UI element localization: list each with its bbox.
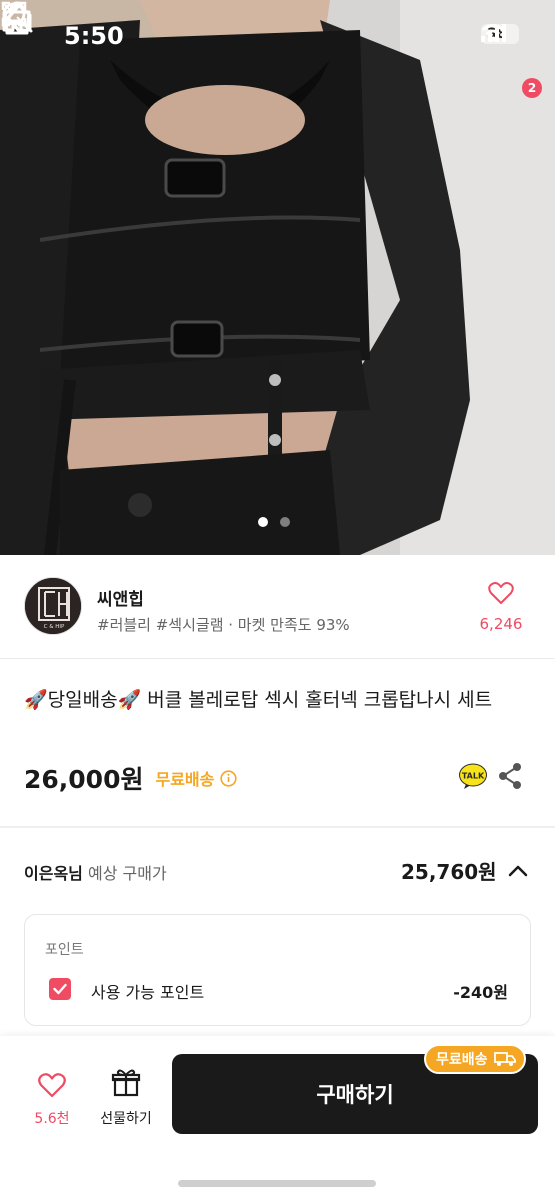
share-icon[interactable] <box>497 762 523 790</box>
points-checkbox[interactable] <box>49 978 71 1000</box>
status-time: 5:50 <box>64 22 124 50</box>
pagination-dot-active[interactable] <box>258 517 268 527</box>
product-price: 26,000원 <box>24 765 144 794</box>
free-shipping-chip: 무료배송 <box>424 1044 526 1074</box>
expected-price-caption: 예상 구매가 <box>87 864 167 883</box>
gift-icon <box>111 1069 141 1097</box>
seller-tags: #러블리 #섹시글램 · 마켓 만족도 93% <box>97 616 350 634</box>
seller-avatar[interactable]: C & HIP <box>24 577 82 635</box>
gift-button[interactable]: 선물하기 <box>92 1068 160 1128</box>
svg-text:TALK: TALK <box>462 772 485 781</box>
seller-row[interactable]: C & HIP 씨앤힙 #러블리 #섹시글램 · 마켓 만족도 93% 6,24… <box>0 555 555 659</box>
svg-text:C & HIP: C & HIP <box>44 624 65 630</box>
free-shipping-label: 무료배송 <box>155 770 215 789</box>
expected-price-label: 이은옥님 예상 구매가 <box>24 860 167 884</box>
points-card: 포인트 사용 가능 포인트 -240원 <box>24 914 531 1026</box>
info-icon[interactable] <box>220 769 237 787</box>
product-title: 🚀당일배송🚀 버클 볼레로탑 섹시 홀터넥 크롭탑나시 세트 <box>24 689 493 711</box>
chevron-up-icon[interactable] <box>507 860 529 882</box>
gift-label: 선물하기 <box>100 1111 152 1127</box>
home-indicator <box>178 1180 376 1187</box>
expected-price: 25,760원 <box>401 860 497 884</box>
heart-icon <box>488 582 514 604</box>
points-option-label[interactable]: 사용 가능 포인트 <box>91 979 204 1003</box>
user-name: 이은옥님 <box>24 864 83 883</box>
price-row: 26,000원 무료배송 <box>24 760 237 796</box>
status-icons: 38 <box>481 24 519 44</box>
like-button[interactable]: 5.6천 <box>24 1072 80 1128</box>
product-photo <box>0 0 555 555</box>
product-image[interactable]: 5:50 38 2 <box>0 0 555 555</box>
wish-button[interactable]: 6,246 <box>471 581 531 633</box>
heart-icon <box>38 1073 66 1098</box>
bottom-action-bar: 5.6천 선물하기 구매하기 무료배송 <box>0 1036 555 1200</box>
wish-count: 6,246 <box>479 615 523 633</box>
pagination-dot[interactable] <box>280 517 290 527</box>
like-count: 5.6천 <box>34 1111 70 1127</box>
wifi-icon <box>481 24 505 42</box>
truck-icon <box>493 1052 516 1066</box>
kakaotalk-icon[interactable]: TALK <box>458 762 488 790</box>
points-value: -240원 <box>453 983 508 1002</box>
seller-logo-icon: C & HIP <box>25 578 81 634</box>
seller-name[interactable]: 씨앤힙 <box>97 585 144 610</box>
cart-badge: 2 <box>522 78 542 98</box>
check-icon <box>53 983 67 995</box>
section-divider <box>0 826 555 828</box>
points-title: 포인트 <box>45 942 84 958</box>
free-shipping-chip-label: 무료배송 <box>436 1052 488 1068</box>
expand-icon[interactable] <box>0 0 28 28</box>
image-pagination <box>258 517 290 527</box>
